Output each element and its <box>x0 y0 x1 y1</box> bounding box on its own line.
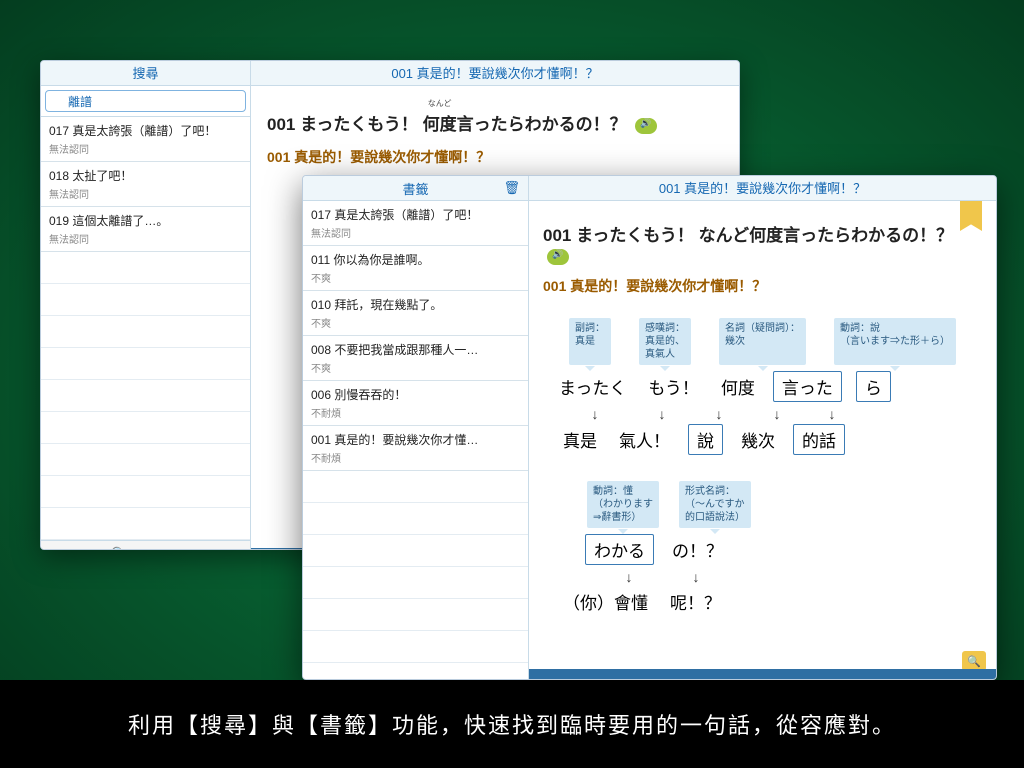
window-bookmarks: 書籤 🗑 001 真是的！要說幾次你才懂啊！？ 017 真是太誇張（離譜）了吧！… <box>302 175 997 680</box>
sidebar-title: 搜尋 <box>41 61 251 85</box>
sentence-japanese: 001 まったくもう！ なんど何度言ったらわかるの！？ <box>267 110 723 135</box>
list-item[interactable]: 019 這個太離譜了…。 無法認同 <box>41 207 250 252</box>
translation: 真是 <box>559 425 601 454</box>
tab-toc[interactable]: ≣目錄 <box>41 541 93 550</box>
tab-bookmarks[interactable]: ▢書籤 <box>146 541 198 550</box>
list-item[interactable]: 001 真是的！要說幾次你才懂…不耐煩 <box>303 426 528 471</box>
sidebar-search: 017 真是太誇張（離譜）了吧！ 無法認同 018 太扯了吧！ 無法認同 019… <box>41 86 251 550</box>
grammar-label: 形式名詞： （～んですか 的口語說法） <box>679 481 751 528</box>
list-item[interactable]: 018 太扯了吧！ 無法認同 <box>41 162 250 207</box>
sidebar-title: 書籤 🗑 <box>303 176 529 200</box>
grammar-label: 動詞：說 （言います⇒た形＋ら） <box>834 318 956 365</box>
word: まったく <box>555 372 630 401</box>
grammar-label: 感嘆詞： 真是的、 真氣人 <box>639 318 691 365</box>
note-icon: ✎ <box>218 546 230 550</box>
tabbar: ≣目錄 🔍搜尋 ▢書籤 ✎筆記 <box>41 540 250 550</box>
zoom-icon[interactable]: 🔍 <box>962 651 986 671</box>
page-title: 001 真是的！要說幾次你才懂啊！？ <box>529 176 996 200</box>
search-input[interactable] <box>45 90 246 112</box>
list-item[interactable]: 006 別慢吞吞的！不耐煩 <box>303 381 528 426</box>
word: の！？ <box>668 535 727 564</box>
translation: 呢！？ <box>666 587 725 616</box>
book-icon: ▢ <box>165 546 178 550</box>
titlebar: 搜尋 001 真是的！要說幾次你才懂啊！？ <box>41 61 739 86</box>
grammar-label: 名詞（疑問詞）： 幾次 <box>719 318 806 365</box>
word: わかる <box>585 534 654 565</box>
list-item[interactable]: 011 你以為你是誰啊。不爽 <box>303 246 528 291</box>
translation: 說 <box>688 424 723 455</box>
word: もう！ <box>644 372 703 401</box>
word: 何度 <box>717 372 759 401</box>
arrow-down-icon <box>817 406 847 422</box>
arrow-down-icon <box>567 406 623 422</box>
list-item[interactable]: 010 拜託，現在幾點了。不爽 <box>303 291 528 336</box>
trash-icon[interactable]: 🗑 <box>503 180 520 196</box>
page-title: 001 真是的！要說幾次你才懂啊！？ <box>251 61 739 85</box>
sidebar-bookmarks: 017 真是太誇張（離譜）了吧！無法認同 011 你以為你是誰啊。不爽 010 … <box>303 201 529 679</box>
word: 言った <box>773 371 842 402</box>
bottom-toolbar <box>529 669 996 679</box>
list-item[interactable]: 017 真是太誇張（離譜）了吧！ 無法認同 <box>41 117 250 162</box>
caption: 利用【搜尋】與【書籤】功能，快速找到臨時要用的一句話，從容應對。 <box>0 680 1024 768</box>
arrow-down-icon <box>701 406 737 422</box>
sentence-chinese: 001 真是的！要說幾次你才懂啊！？ <box>267 147 723 167</box>
grammar-diagram: 副詞： 真是 感嘆詞： 真是的、 真氣人 名詞（疑問詞）： 幾次 動詞：說 （言… <box>543 318 982 616</box>
sentence-chinese: 001 真是的！要說幾次你才懂啊！？ <box>543 276 982 296</box>
titlebar: 書籤 🗑 001 真是的！要說幾次你才懂啊！？ <box>303 176 996 201</box>
tab-notes[interactable]: ✎筆記 <box>198 541 250 550</box>
arrow-down-icon <box>751 406 803 422</box>
grammar-label: 動詞：懂 （わかります ⇒辭書形） <box>587 481 659 528</box>
sentence-japanese: 001 まったくもう！ なんど何度言ったらわかるの！？ <box>543 221 982 266</box>
word: ら <box>856 371 891 402</box>
translation: （你）會懂 <box>559 587 652 616</box>
arrow-down-icon <box>601 569 657 585</box>
content-pane: 001 まったくもう！ なんど何度言ったらわかるの！？ 001 真是的！要說幾次… <box>529 201 996 679</box>
grammar-label: 副詞： 真是 <box>569 318 611 365</box>
arrow-down-icon <box>637 406 687 422</box>
list-icon: ≣ <box>61 546 73 550</box>
translation: 幾次 <box>737 425 779 454</box>
audio-icon[interactable] <box>635 118 657 134</box>
translation: 氣人！ <box>615 425 674 454</box>
search-icon: 🔍 <box>111 546 128 550</box>
list-item[interactable]: 017 真是太誇張（離譜）了吧！無法認同 <box>303 201 528 246</box>
list-item[interactable]: 008 不要把我當成跟那種人一…不爽 <box>303 336 528 381</box>
tab-search[interactable]: 🔍搜尋 <box>93 541 145 550</box>
audio-icon[interactable] <box>547 249 569 265</box>
translation: 的話 <box>793 424 845 455</box>
arrow-down-icon <box>671 569 721 585</box>
